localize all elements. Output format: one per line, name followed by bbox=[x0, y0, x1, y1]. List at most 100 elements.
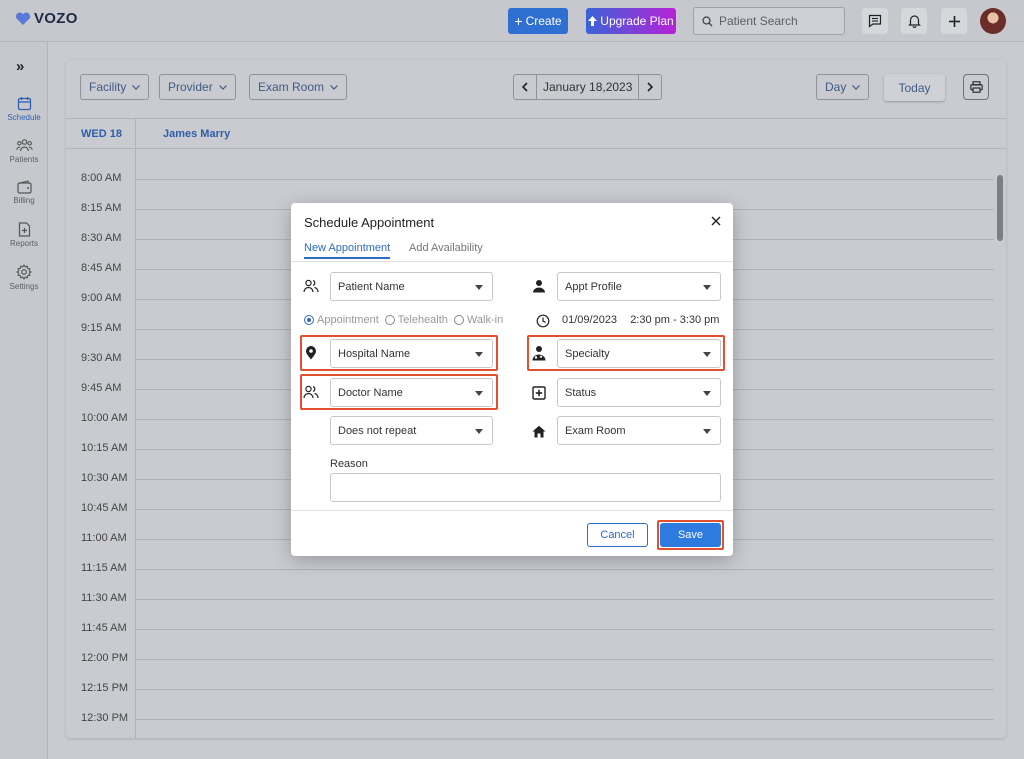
radio-icon bbox=[453, 315, 464, 325]
visit-type-group: Appointment Telehealth Walk-in bbox=[304, 314, 503, 326]
clock-icon bbox=[534, 312, 552, 330]
next-day-button[interactable] bbox=[639, 75, 661, 99]
sidebar-item-patients[interactable]: Patients bbox=[0, 138, 48, 164]
prev-day-button[interactable] bbox=[514, 75, 536, 99]
time-slot[interactable]: 12:00 PM bbox=[66, 629, 994, 690]
sidebar-item-schedule[interactable]: Schedule bbox=[0, 96, 48, 122]
sidebar-item-reports[interactable]: Reports bbox=[0, 222, 48, 248]
radio-telehealth[interactable]: Telehealth bbox=[384, 314, 448, 326]
caret-down-icon bbox=[703, 285, 711, 290]
filter-bar: Facility Provider Exam Room January 18,2… bbox=[66, 60, 1006, 119]
patient-search[interactable] bbox=[693, 7, 845, 35]
print-button[interactable] bbox=[963, 74, 989, 100]
current-date[interactable]: January 18,2023 bbox=[536, 75, 640, 99]
time-slot[interactable]: 8:00 AM bbox=[66, 149, 994, 210]
radio-appointment[interactable]: Appointment bbox=[304, 314, 379, 326]
patient-name-value: Patient Name bbox=[338, 280, 405, 293]
wallet-icon bbox=[16, 180, 32, 194]
chat-button[interactable] bbox=[862, 8, 888, 34]
tab-add-availability[interactable]: Add Availability bbox=[409, 242, 483, 254]
patient-name-select[interactable]: Patient Name bbox=[330, 272, 493, 301]
expand-sidebar-icon[interactable]: » bbox=[16, 58, 24, 75]
users-icon bbox=[302, 383, 320, 401]
sidebar-item-label: Patients bbox=[9, 155, 39, 164]
hospital-name-select[interactable]: Hospital Name bbox=[330, 339, 493, 368]
chevron-down-icon bbox=[852, 84, 861, 90]
view-select[interactable]: Day bbox=[816, 74, 870, 100]
cancel-button[interactable]: Cancel bbox=[587, 523, 648, 547]
sidebar-item-label: Settings bbox=[9, 282, 39, 291]
status-value: Status bbox=[565, 386, 597, 399]
arrow-up-icon bbox=[588, 16, 598, 26]
appointment-date: 01/09/2023 bbox=[562, 314, 618, 326]
doctor-name-select[interactable]: Doctor Name bbox=[330, 378, 493, 407]
tab-new-appointment[interactable]: New Appointment bbox=[304, 242, 391, 259]
create-label: Create bbox=[525, 14, 562, 28]
status-select[interactable]: Status bbox=[557, 378, 721, 407]
appointment-time-range: 2:30 pm - 3:30 pm bbox=[630, 314, 720, 326]
schedule-appointment-modal: Schedule Appointment New Appointment Add… bbox=[291, 203, 733, 556]
caret-down-icon bbox=[475, 352, 483, 357]
repeat-select[interactable]: Does not repeat bbox=[330, 416, 493, 445]
exam-room-filter-label: Exam Room bbox=[258, 80, 325, 94]
exam-room-filter[interactable]: Exam Room bbox=[249, 74, 348, 100]
gear-icon bbox=[16, 264, 32, 280]
caret-down-icon bbox=[703, 352, 711, 357]
exam-room-select[interactable]: Exam Room bbox=[557, 416, 721, 445]
save-button[interactable]: Save bbox=[660, 523, 721, 547]
radio-appointment-label: Appointment bbox=[317, 314, 379, 326]
heart-logo-icon bbox=[15, 12, 31, 25]
vozo-logo[interactable]: VOZO bbox=[15, 10, 78, 27]
specialty-select[interactable]: Specialty bbox=[557, 339, 721, 368]
chevron-left-icon bbox=[522, 82, 528, 92]
facility-filter-label: Facility bbox=[89, 80, 127, 94]
add-box-icon bbox=[530, 384, 548, 402]
provider-filter[interactable]: Provider bbox=[159, 74, 236, 100]
time-slot[interactable]: 12:15 PM bbox=[66, 659, 994, 720]
slot-line bbox=[135, 719, 994, 720]
plus-icon: + bbox=[514, 13, 523, 29]
radio-walkin[interactable]: Walk-in bbox=[453, 314, 503, 326]
reason-label: Reason bbox=[330, 458, 368, 470]
modal-tabs: New Appointment Add Availability bbox=[291, 239, 733, 262]
brand-name: VOZO bbox=[34, 10, 78, 27]
create-button[interactable]: + Create bbox=[508, 8, 568, 34]
close-icon bbox=[711, 216, 721, 226]
upgrade-plan-button[interactable]: Upgrade Plan bbox=[586, 8, 676, 34]
chevron-right-icon bbox=[647, 82, 654, 92]
caret-down-icon bbox=[475, 391, 483, 396]
radio-telehealth-label: Telehealth bbox=[397, 314, 448, 326]
facility-filter[interactable]: Facility bbox=[80, 74, 150, 100]
time-slot[interactable]: 12:30 PM bbox=[66, 689, 994, 724]
user-avatar[interactable] bbox=[980, 8, 1006, 34]
search-input[interactable] bbox=[719, 14, 839, 28]
add-button[interactable] bbox=[941, 8, 967, 34]
caret-down-icon bbox=[703, 391, 711, 396]
time-slot[interactable]: 11:30 AM bbox=[66, 569, 994, 630]
close-button[interactable] bbox=[709, 214, 723, 228]
sidebar-item-settings[interactable]: Settings bbox=[0, 264, 48, 291]
chevron-down-icon bbox=[218, 84, 227, 90]
chevron-down-icon bbox=[132, 84, 141, 90]
time-slot[interactable]: 11:45 AM bbox=[66, 599, 994, 660]
location-pin-icon bbox=[302, 344, 320, 362]
today-button[interactable]: Today bbox=[884, 74, 945, 101]
caret-down-icon bbox=[703, 429, 711, 434]
sidebar-item-billing[interactable]: Billing bbox=[0, 180, 48, 205]
repeat-value: Does not repeat bbox=[338, 424, 417, 437]
plus-icon bbox=[948, 15, 960, 27]
radio-icon bbox=[384, 315, 395, 325]
appt-profile-select[interactable]: Appt Profile bbox=[557, 272, 721, 301]
sidebar: » Schedule Patients Billing Reports Sett… bbox=[0, 42, 48, 759]
appointment-datetime[interactable]: 01/09/2023 2:30 pm - 3:30 pm bbox=[562, 314, 719, 326]
column-header: WED 18 James Marry bbox=[66, 119, 1006, 149]
day-header: WED 18 bbox=[81, 128, 122, 140]
scrollbar-thumb[interactable] bbox=[997, 175, 1003, 241]
provider-header[interactable]: James Marry bbox=[163, 128, 230, 140]
notifications-button[interactable] bbox=[901, 8, 927, 34]
radio-selected-icon bbox=[304, 315, 314, 325]
reason-input[interactable] bbox=[330, 473, 721, 502]
caret-down-icon bbox=[475, 429, 483, 434]
printer-icon bbox=[969, 81, 983, 93]
column-divider bbox=[135, 119, 136, 149]
